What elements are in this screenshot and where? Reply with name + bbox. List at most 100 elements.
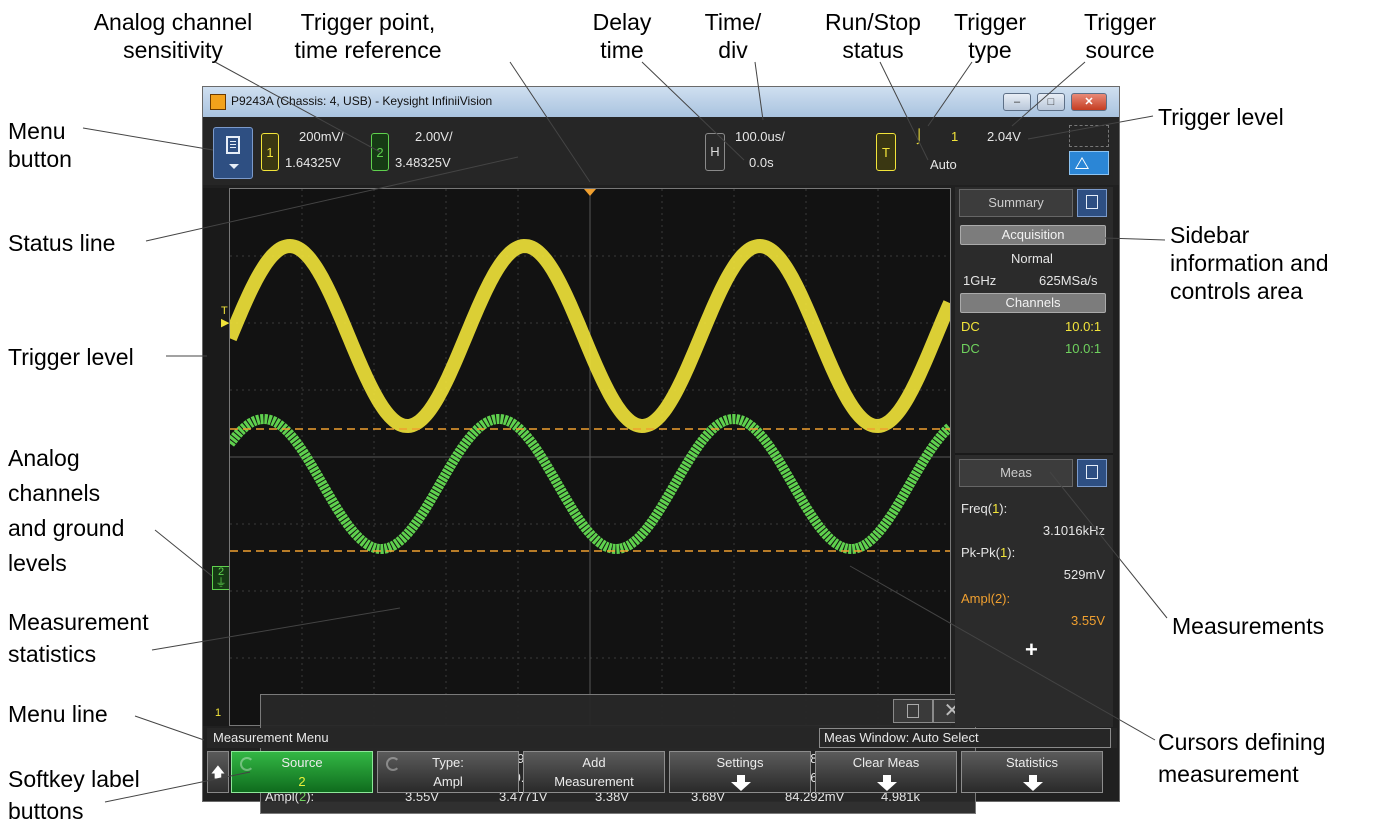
annotation-trigger-point: Trigger point, time reference xyxy=(268,8,468,64)
dropdown-arrow-icon xyxy=(229,164,239,169)
time-per-div: 100.0us/ xyxy=(735,129,785,144)
meas3-label: Ampl(2): xyxy=(961,591,1011,606)
meas1-tail: ): xyxy=(999,501,1008,516)
annotation-line: Delay xyxy=(592,9,652,35)
annotation-softkey-label-buttons: Softkey label buttons xyxy=(8,763,140,827)
tab-summary[interactable]: Summary xyxy=(959,189,1073,217)
summary-menu-button[interactable] xyxy=(1077,189,1107,217)
annotation-line: Trigger point, xyxy=(300,9,436,35)
auto-scale-button[interactable]: ⃤ xyxy=(1069,151,1109,175)
softkey-statistics[interactable]: Statistics xyxy=(961,751,1103,793)
annotation-line: Menu xyxy=(8,118,66,144)
maximize-button[interactable]: □ xyxy=(1037,93,1065,111)
trigger-level: 2.04V xyxy=(987,129,1021,144)
meas2-value: 529mV xyxy=(1063,567,1105,582)
meas2-tail: ): xyxy=(1007,545,1016,560)
acquisition-header[interactable]: Acquisition xyxy=(960,225,1106,245)
softkey-label: Clear Meas xyxy=(852,755,920,770)
annotation-line: channels xyxy=(8,480,101,506)
annotation-line: Cursors defining xyxy=(1158,729,1326,755)
annotation-trigger-level-left: Trigger level xyxy=(8,344,134,370)
annotation-line: time xyxy=(600,37,644,63)
down-arrow-icon xyxy=(877,775,897,791)
main-menu-button[interactable] xyxy=(213,127,253,179)
channel1-scale: 200mV/ xyxy=(299,129,344,144)
meas-window-select[interactable]: Meas Window: Auto Select xyxy=(819,728,1111,748)
title-bar: P9243A (Chassis: 4, USB) - Keysight Infi… xyxy=(203,87,1119,117)
annotation-line: Softkey label xyxy=(8,766,140,792)
softkey-type[interactable]: Type: Ampl xyxy=(377,751,519,793)
annotation-line: Analog xyxy=(8,445,80,471)
horizontal-button[interactable]: H xyxy=(705,133,725,171)
delay-time: 0.0s xyxy=(749,155,774,170)
sidebar-divider xyxy=(955,453,1113,455)
annotation-measurements: Measurements xyxy=(1172,613,1325,639)
softkey-label: Add xyxy=(582,755,606,770)
annotation-delay-time: Delay time xyxy=(582,8,662,64)
annotation-line: information and xyxy=(1170,250,1329,276)
softkey-source[interactable]: Source 2 xyxy=(231,751,373,793)
annotation-line: Analog channel xyxy=(93,9,253,35)
softkey-label: Type: xyxy=(432,755,464,770)
leader-line xyxy=(82,127,214,151)
rising-edge-icon: ⌡ xyxy=(915,127,924,143)
annotation-analog-channel-sensitivity: Analog channel sensitivity xyxy=(67,8,279,64)
annotation-line: type xyxy=(968,37,1012,63)
channel2-ground-marker[interactable]: 2 ⏚ xyxy=(212,566,230,590)
annotation-line: time reference xyxy=(294,37,442,63)
meas1-name: Freq( xyxy=(961,501,993,516)
annotation-trigger-level-right: Trigger level xyxy=(1158,104,1284,130)
channel1-coupling: DC xyxy=(961,319,980,334)
minimize-button[interactable]: – xyxy=(1003,93,1031,111)
annotation-trigger-type: Trigger type xyxy=(945,8,1035,64)
annotation-line: source xyxy=(1085,37,1155,63)
annotation-line: and ground xyxy=(8,515,125,541)
annotation-line: Trigger xyxy=(954,9,1026,35)
meas-menu-button[interactable] xyxy=(1077,459,1107,487)
annotation-cursors-defining: Cursors defining measurement xyxy=(1158,726,1325,790)
softkey-label: Measurement xyxy=(554,774,634,789)
softkey-settings[interactable]: Settings xyxy=(669,751,811,793)
annotation-menu-button: Menu button xyxy=(8,117,72,173)
waveform-svg xyxy=(223,189,957,725)
document-icon xyxy=(907,704,919,718)
sample-rate: 625MSa/s xyxy=(1039,273,1098,288)
softkey-add-measurement[interactable]: Add Measurement xyxy=(523,751,665,793)
trigger-button[interactable]: T xyxy=(876,133,896,171)
annotation-run-stop: Run/Stop status xyxy=(818,8,928,64)
channels-header[interactable]: Channels xyxy=(960,293,1106,313)
trigger-level-marker: T xyxy=(221,305,228,317)
channel1-button[interactable]: 1 xyxy=(261,133,279,171)
add-measurement-button[interactable]: + xyxy=(1025,637,1038,663)
meas1-label: Freq(1): xyxy=(961,501,1007,516)
annotation-sidebar-area: Sidebar information and controls area xyxy=(1170,221,1329,305)
waveform-markers-strip: T ▶ 2 ⏚ 1 xyxy=(203,188,230,726)
app-icon xyxy=(210,94,226,110)
tab-meas[interactable]: Meas xyxy=(959,459,1073,487)
document-icon xyxy=(226,136,240,154)
channel1-ground-marker[interactable]: 1 xyxy=(215,708,221,719)
waveform-display[interactable]: ✕ MeasureCurrentMeanMinMaxStd DevCount F… xyxy=(223,188,976,814)
annotation-line: button xyxy=(8,146,72,172)
bandwidth: 1GHz xyxy=(963,273,997,288)
softkey-clear-meas[interactable]: Clear Meas xyxy=(815,751,957,793)
channel2-probe: 10.0:1 xyxy=(1065,341,1102,356)
softkey-bar: 🡅 Source 2 Type: Ampl Add Measurement Se… xyxy=(207,751,1117,795)
stats-menu-button[interactable] xyxy=(893,699,933,723)
meas3-value: 3.55V xyxy=(1071,613,1105,628)
annotation-line: div xyxy=(718,37,748,63)
annotation-line: buttons xyxy=(8,798,84,824)
window-title: P9243A (Chassis: 4, USB) - Keysight Infi… xyxy=(231,94,493,108)
annotation-analog-channels: Analog channels and ground levels xyxy=(8,441,124,581)
annotation-line: sensitivity xyxy=(123,37,223,63)
annotation-line: measurement xyxy=(1158,761,1299,787)
annotation-trigger-source: Trigger source xyxy=(1070,8,1170,64)
up-arrow-button[interactable]: 🡅 xyxy=(207,751,229,793)
menu-title: Measurement Menu xyxy=(213,730,329,745)
close-button[interactable]: ✕ xyxy=(1071,93,1107,111)
channel2-button[interactable]: 2 xyxy=(371,133,389,171)
zoom-button[interactable] xyxy=(1069,125,1109,147)
trigger-point-marker xyxy=(584,189,596,196)
down-arrow-icon xyxy=(731,775,751,791)
sidebar: Summary Acquisition Normal 1GHz 625MSa/s… xyxy=(955,187,1113,727)
